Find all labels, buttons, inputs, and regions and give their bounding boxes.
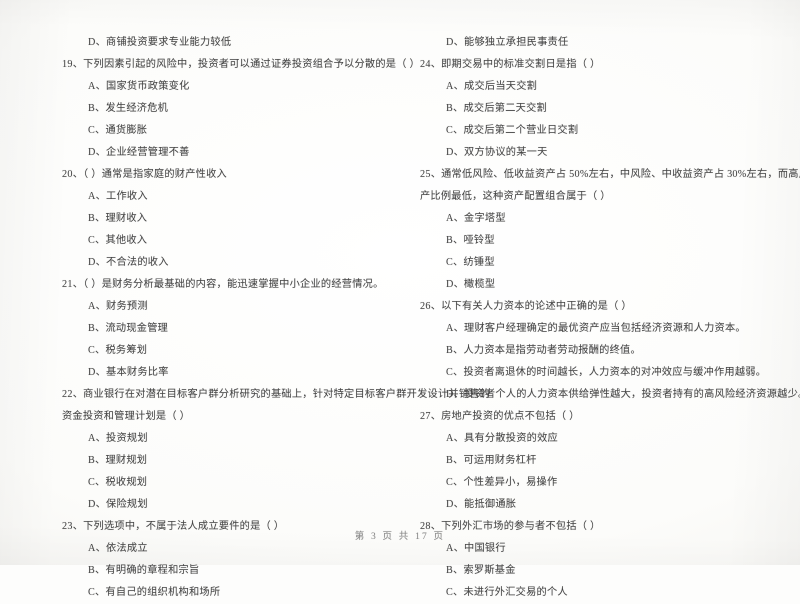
answer-option: B、人力资本是指劳动者劳动报酬的终值。 — [446, 345, 641, 356]
answer-option: D、企业经营管理不善 — [88, 147, 190, 158]
answer-option: B、理财规划 — [88, 455, 148, 466]
answer-option: B、理财收入 — [88, 213, 148, 224]
question-text-continued: 资金投资和管理计划是（ ） — [62, 411, 191, 422]
left-column: D、商铺投资要求专业能力较低 19、下列因素引起的风险中，投资者可以通过证券投资组… — [62, 32, 491, 604]
answer-option: A、工作收入 — [88, 191, 148, 202]
answer-option: D、基本财务比率 — [88, 367, 169, 378]
question-text: 19、下列因素引起的风险中，投资者可以通过证券投资组合予以分散的是（ ） — [62, 59, 420, 70]
two-column-layout: D、商铺投资要求专业能力较低 19、下列因素引起的风险中，投资者可以通过证券投资组… — [0, 0, 800, 598]
answer-option: B、有明确的章程和宗旨 — [88, 565, 200, 576]
answer-option: C、其他收入 — [88, 235, 148, 246]
exam-page: D、商铺投资要求专业能力较低 19、下列因素引起的风险中，投资者可以通过证券投资组… — [0, 0, 800, 598]
page-footer: 第 3 页 共 17 页 — [354, 532, 446, 542]
question-text: 21、（ ）是财务分析最基础的内容，能迅速掌握中小企业的经营情况。 — [62, 279, 384, 290]
answer-option: B、索罗斯基金 — [446, 565, 516, 576]
question-text: 22、商业银行在对潜在目标客户群分析研究的基础上，针对特定目标客户群开发设计并销… — [62, 389, 491, 400]
answer-option: B、发生经济危机 — [88, 103, 169, 114]
question-text: 25、通常低风险、低收益资产占 50%左右，中风险、中收益资产占 30%左右，而… — [420, 169, 800, 180]
answer-option: C、未进行外汇交易的个人 — [446, 587, 568, 598]
answer-option: C、通货膨胀 — [88, 125, 148, 136]
question-text-continued: 产比例最低，这种资产配置组合属于（ ） — [420, 191, 611, 202]
answer-option: D、双方协议的某一天 — [446, 147, 548, 158]
answer-option: A、成交后当天交割 — [446, 81, 538, 92]
answer-option: B、哑铃型 — [446, 235, 495, 246]
answer-option: A、投资规划 — [88, 433, 148, 444]
answer-option: A、金字塔型 — [446, 213, 506, 224]
answer-option: D、能够独立承担民事责任 — [446, 37, 569, 48]
answer-option: A、具有分散投资的效应 — [446, 433, 558, 444]
question-text: 26、以下有关人力资本的论述中正确的是（ ） — [420, 301, 632, 312]
question-text: 24、即期交易中的标准交割日是指（ ） — [420, 59, 601, 70]
answer-option: C、税收规划 — [88, 477, 148, 488]
answer-option: C、投资者离退休的时间越长，人力资本的对冲效应与缓冲作用越弱。 — [446, 367, 767, 378]
question-text: 27、房地产投资的优点不包括（ ） — [420, 411, 580, 422]
answer-option: B、流动现金管理 — [88, 323, 169, 334]
answer-option: D、橄榄型 — [446, 279, 496, 290]
answer-option: C、税务筹划 — [88, 345, 148, 356]
answer-option: A、国家货币政策变化 — [88, 81, 190, 92]
right-column: D、能够独立承担民事责任 24、即期交易中的标准交割日是指（ ） A、成交后当天交割… — [420, 32, 800, 604]
answer-option: D、商铺投资要求专业能力较低 — [88, 37, 232, 48]
answer-option: C、个性差异小，易操作 — [446, 477, 558, 488]
answer-option: D、不合法的收入 — [88, 257, 169, 268]
answer-option: B、可运用财务杠杆 — [446, 455, 537, 466]
answer-option: D、保险规划 — [88, 499, 148, 510]
answer-option: C、成交后第二个营业日交割 — [446, 125, 579, 136]
question-text: 20、（ ）通常是指家庭的财产性收入 — [62, 169, 227, 180]
answer-option: A、财务预测 — [88, 301, 148, 312]
answer-option: A、理财客户经理确定的最优资产应当包括经济资源和人力资本。 — [446, 323, 746, 334]
answer-option: C、有自己的组织机构和场所 — [88, 587, 221, 598]
answer-option: B、成交后第二天交割 — [446, 103, 547, 114]
answer-option: D、能抵御通胀 — [446, 499, 517, 510]
answer-option: D、投资者个人的人力资本供给弹性越大，投资者持有的高风险经济资源越少。 — [446, 389, 800, 400]
answer-option: C、纺锤型 — [446, 257, 495, 268]
